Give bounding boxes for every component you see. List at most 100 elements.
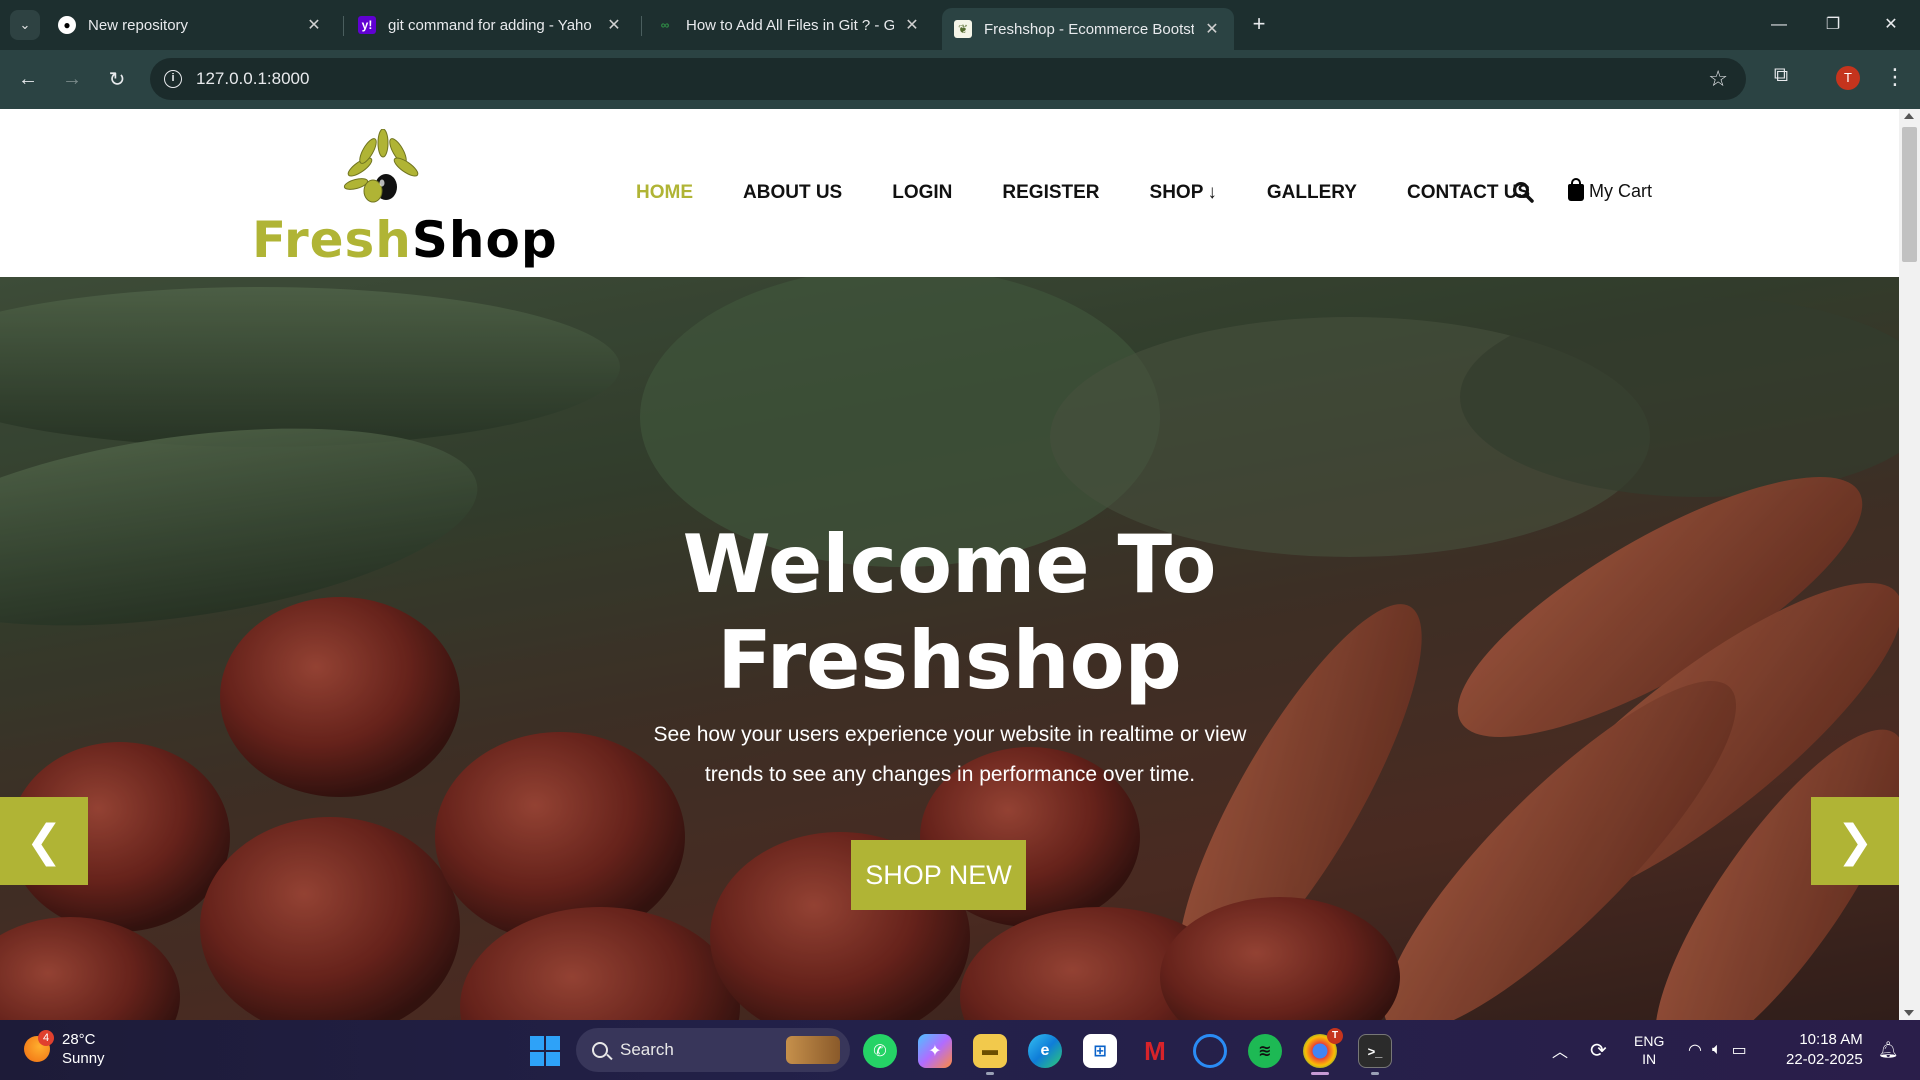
tab-search-chevron-icon[interactable]: ⌄ [10, 10, 40, 40]
language-indicator[interactable]: ENG IN [1634, 1020, 1664, 1080]
menu-kebab-icon[interactable]: ⋮ [1884, 64, 1906, 90]
new-tab-plus-icon[interactable]: + [1246, 11, 1272, 37]
close-icon[interactable]: ✕ [604, 15, 624, 35]
microsoft-store-icon[interactable]: ⊞ [1083, 1034, 1117, 1068]
tab-divider [343, 16, 344, 36]
logo-text-shop: Shop [411, 211, 558, 269]
arrow-down-icon: ↓ [1207, 182, 1217, 203]
copilot-icon[interactable]: ✦ [918, 1034, 952, 1068]
weather-widget[interactable]: 4 28°C Sunny [24, 1030, 105, 1068]
site-header: FreshShop HOME ABOUT US LOGIN REGISTER S… [0, 109, 1899, 277]
github-icon: ● [58, 16, 76, 34]
tab-title: How to Add All Files in Git ? - G [686, 16, 894, 34]
forward-arrow-icon[interactable]: → [57, 64, 87, 94]
spotify-icon[interactable]: ≋ [1248, 1034, 1282, 1068]
tab-freshshop[interactable]: ❦ Freshshop - Ecommerce Bootst ✕ [942, 8, 1234, 50]
taskbar-search-label: Search [620, 1040, 674, 1059]
search-icon [592, 1042, 608, 1058]
nav-about-us[interactable]: ABOUT US [743, 182, 842, 204]
notification-bell-icon[interactable]: 🔔︎ [1878, 1020, 1898, 1080]
close-window-icon[interactable]: ✕ [1868, 8, 1914, 42]
clock-date: 22-02-2025 [1786, 1051, 1863, 1068]
close-icon[interactable]: ✕ [304, 15, 324, 35]
freshshop-favicon: ❦ [954, 20, 972, 38]
clock[interactable]: 10:18 AM 22-02-2025 [1786, 1020, 1863, 1080]
search-icon[interactable] [1512, 181, 1534, 203]
chevron-right-icon: ❯ [1836, 816, 1874, 866]
hero-subtitle-line1: See how your users experience your websi… [653, 723, 1247, 746]
nav-register[interactable]: REGISTER [1002, 182, 1099, 204]
show-hidden-icons-chevron-icon[interactable]: ︿ [1552, 1020, 1568, 1080]
reload-icon[interactable]: ↻ [102, 64, 132, 94]
chrome-icon[interactable]: T [1303, 1028, 1343, 1068]
logo-wordmark: FreshShop [252, 211, 558, 269]
tab-new-repository[interactable]: ● New repository ✕ [46, 8, 336, 42]
address-bar[interactable]: i 127.0.0.1:8000 ☆ [150, 58, 1746, 100]
hero-title-line2: Freshshop [717, 614, 1182, 707]
close-icon[interactable]: ✕ [902, 15, 922, 35]
geeksforgeeks-icon: ∞ [660, 18, 670, 32]
wifi-icon: ◠ [1688, 1042, 1702, 1059]
scroll-down-arrow-icon[interactable] [1904, 1010, 1914, 1016]
site-info-icon[interactable]: i [164, 70, 182, 88]
tab-title: git command for adding - Yaho [388, 16, 592, 34]
nav-login[interactable]: LOGIN [892, 182, 952, 204]
region-code: IN [1642, 1051, 1657, 1067]
hero-slider: Welcome To Freshshop See how your users … [0, 277, 1899, 1020]
carousel-next-button[interactable]: ❯ [1811, 797, 1899, 885]
shop-new-button[interactable]: SHOP NEW [851, 840, 1026, 910]
extensions-puzzle-icon[interactable]: ⧉ [1768, 64, 1794, 90]
minimize-icon[interactable]: — [1756, 8, 1802, 42]
tab-title: Freshshop - Ecommerce Bootst [984, 20, 1194, 38]
close-icon[interactable]: ✕ [1202, 19, 1222, 39]
profile-avatar[interactable]: T [1836, 66, 1860, 90]
hero-title: Welcome To Freshshop [0, 517, 1899, 709]
freshshop-logo[interactable]: FreshShop [252, 129, 557, 269]
bookmark-star-icon[interactable]: ☆ [1708, 66, 1728, 92]
cart-label: My Cart [1589, 181, 1652, 201]
olive-branch-icon [343, 129, 419, 203]
browser-tab-strip: ⌄ ● New repository ✕ y! git command for … [0, 0, 1920, 50]
terminal-icon[interactable]: >_ [1358, 1034, 1392, 1068]
cortana-ring-icon[interactable] [1193, 1034, 1227, 1068]
scrollbar-thumb[interactable] [1902, 127, 1917, 262]
chrome-profile-badge: T [1327, 1028, 1343, 1044]
tab-geeksforgeeks[interactable]: ∞ How to Add All Files in Git ? - G ✕ [644, 8, 934, 42]
page-scrollbar[interactable] [1899, 109, 1920, 1020]
windows-start-icon[interactable] [530, 1036, 560, 1066]
windows-taskbar: 4 28°C Sunny Search ✆ ✦ ▬ e ⊞ M ≋ T >_ ︿… [0, 1020, 1920, 1080]
weather-text: 28°C Sunny [62, 1030, 105, 1068]
sun-weather-icon: 4 [24, 1030, 54, 1062]
notification-badge: 4 [38, 1030, 54, 1046]
mcafee-icon[interactable]: M [1138, 1034, 1172, 1068]
file-explorer-icon[interactable]: ▬ [973, 1034, 1007, 1068]
taskbar-search-box[interactable]: Search [576, 1028, 850, 1072]
nav-gallery[interactable]: GALLERY [1267, 182, 1357, 204]
nav-shop[interactable]: SHOP ↓ [1150, 182, 1217, 204]
app-running-indicator [986, 1072, 994, 1075]
app-running-indicator [1371, 1072, 1379, 1075]
clock-time: 10:18 AM [1799, 1031, 1863, 1048]
search-highlight-image [786, 1036, 840, 1064]
system-tray-icons[interactable]: ◠ 🔈︎ ▭ [1688, 1020, 1747, 1080]
sync-icon[interactable]: ⟳ [1590, 1020, 1607, 1080]
scroll-up-arrow-icon[interactable] [1904, 113, 1914, 119]
yahoo-icon: y! [358, 16, 376, 34]
chevron-left-icon: ❮ [25, 816, 63, 866]
carousel-prev-button[interactable]: ❮ [0, 797, 88, 885]
edge-icon[interactable]: e [1028, 1034, 1062, 1068]
url-text[interactable]: 127.0.0.1:8000 [196, 69, 309, 89]
nav-home[interactable]: HOME [636, 182, 693, 204]
weather-condition: Sunny [62, 1050, 105, 1067]
cart-link[interactable]: My Cart [1568, 178, 1652, 202]
language-code: ENG [1634, 1033, 1665, 1049]
logo-text-fresh: Fresh [252, 211, 412, 269]
volume-icon: 🔈︎ [1711, 1041, 1722, 1058]
tab-title: New repository [88, 16, 189, 34]
hero-subtitle: See how your users experience your websi… [650, 715, 1250, 795]
browser-toolbar: ← → ↻ i 127.0.0.1:8000 ☆ [0, 50, 1920, 109]
tab-yahoo[interactable]: y! git command for adding - Yaho ✕ [346, 8, 636, 42]
whatsapp-icon[interactable]: ✆ [863, 1034, 897, 1068]
restore-icon[interactable]: ❐ [1810, 8, 1856, 42]
back-arrow-icon[interactable]: ← [13, 64, 43, 94]
